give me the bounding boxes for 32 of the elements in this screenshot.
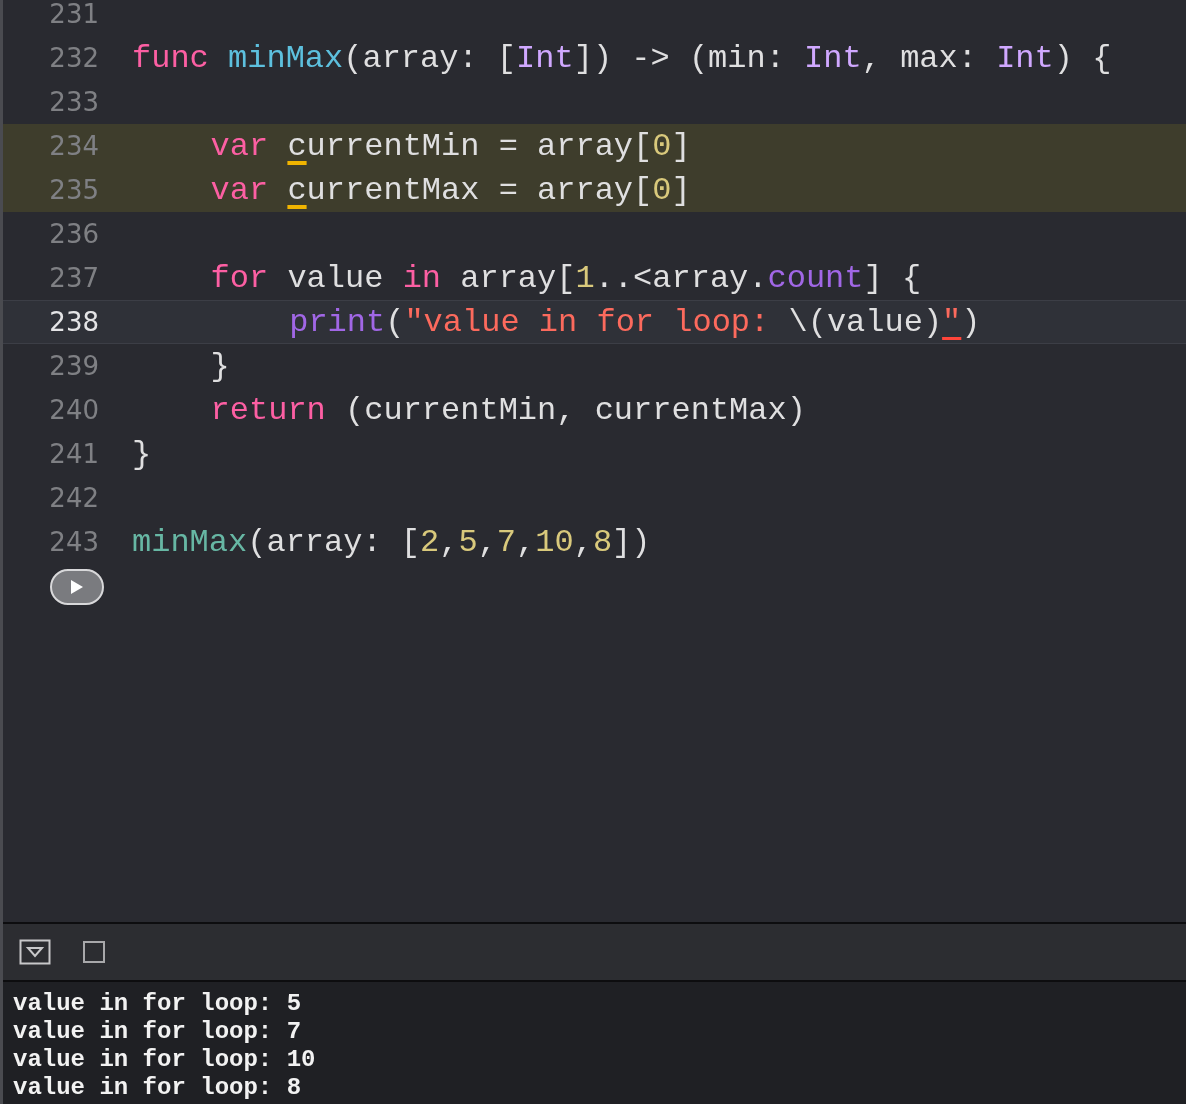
hide-panel-button[interactable]	[19, 939, 51, 965]
square-icon	[83, 941, 105, 963]
line-number: 237	[48, 263, 99, 293]
console-output-line: value in for loop: 8	[13, 1074, 303, 1102]
code-line: for value in array[1..<array.count] {	[210, 259, 922, 297]
line-number: 234	[48, 131, 99, 161]
code-line: print("value in for loop: \(value)")	[289, 303, 981, 341]
console-output-line: value in for loop: 10	[13, 1046, 317, 1074]
line-number: 242	[48, 483, 99, 513]
line-number: 232	[48, 43, 99, 73]
line-number: 243	[48, 527, 99, 557]
line-number: 240	[48, 395, 99, 425]
run-button[interactable]	[50, 569, 104, 605]
console-output-line: value in for loop: 5	[13, 990, 303, 1018]
console-output-line: value in for loop: 7	[13, 1018, 303, 1046]
code-line: minMax(array: [2,5,7,10,8])	[132, 523, 651, 561]
line-number: 239	[48, 351, 99, 381]
code-line: }	[210, 347, 230, 385]
code-line: }	[132, 435, 152, 473]
line-number: 231	[48, 0, 99, 29]
square-button[interactable]	[83, 941, 105, 963]
code-line: var currentMin = array[0]	[210, 127, 691, 165]
line-number: 235	[48, 175, 99, 205]
play-icon	[70, 579, 84, 595]
code-line: func minMax(array: [Int]) -> (min: Int, max: Int) {	[132, 39, 1112, 77]
code-line: return (currentMin, currentMax)	[210, 391, 806, 429]
line-number: 236	[48, 219, 99, 249]
line-number: 241	[48, 439, 99, 469]
line-number: 233	[48, 87, 99, 117]
triangle-in-box-icon	[19, 939, 51, 965]
code-line: var currentMax = array[0]	[210, 171, 691, 209]
line-number: 238	[48, 307, 99, 337]
